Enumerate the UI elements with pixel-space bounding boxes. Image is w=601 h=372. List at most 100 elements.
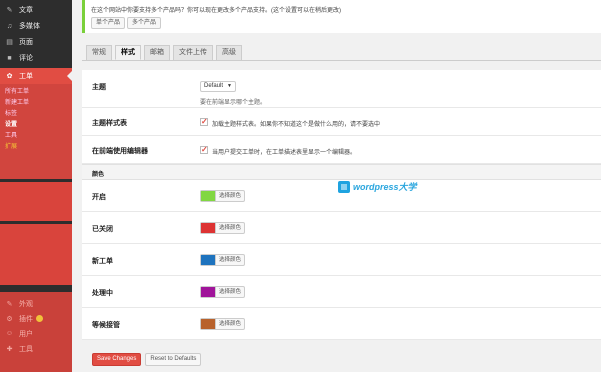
submenu-extensions[interactable]: 扩展 (0, 142, 72, 153)
appearance-icon: ✎ (6, 300, 13, 308)
menu-label: 工单 (19, 73, 33, 80)
blurred-menu-group (0, 224, 72, 285)
menu-label: 文章 (19, 7, 33, 14)
notice-text: 在这个网站中你要支持多个产品吗？你可以现在更改多个产品支持。(这个设置可以在稍后… (91, 8, 341, 14)
blurred-item (0, 249, 72, 260)
tab-style[interactable]: 样式 (115, 45, 141, 60)
select-color-label: 选择颜色 (215, 255, 244, 265)
submenu-tools[interactable]: 工具 (0, 131, 72, 142)
menu-item-users[interactable]: ☺ 用户 (0, 326, 72, 341)
style-settings-form: 主题 Default▼ 要在前端显示哪个主题。 主题样式表 加载主题样式表。如果… (82, 70, 601, 340)
blurred-item (0, 260, 72, 271)
color-label: 新工单 (92, 258, 113, 265)
color-picker-processing[interactable]: 选择颜色 (200, 286, 246, 298)
single-product-button[interactable]: 单个产品 (91, 17, 126, 29)
color-row-processing: 处理中 选择颜色 (82, 276, 601, 308)
blurred-item (0, 227, 72, 238)
submenu-settings[interactable]: 设置 (0, 120, 72, 131)
watermark-text: wordpress大学 (353, 182, 417, 192)
comment-icon: ■ (7, 54, 12, 62)
color-label: 等候接管 (92, 322, 120, 329)
chevron-down-icon: ▼ (227, 83, 232, 89)
reset-defaults-button[interactable]: Reset to Defaults (145, 353, 202, 366)
submenu-placeholder (0, 164, 72, 175)
menu-label: 外观 (19, 300, 33, 308)
submenu-tags[interactable]: 标签 (0, 109, 72, 120)
form-actions: Save Changes Reset to Defaults (92, 353, 202, 366)
tab-advanced[interactable]: 高级 (216, 45, 242, 60)
color-label: 开启 (92, 194, 106, 201)
theme-description: 要在前端显示哪个主题。 (200, 100, 267, 106)
theme-select[interactable]: Default ▼ (200, 81, 236, 92)
submenu-new-ticket[interactable]: 新建工单 (0, 98, 72, 109)
color-picker-new[interactable]: 选择颜色 (200, 254, 246, 266)
blurred-item (0, 185, 72, 196)
color-swatch (201, 191, 215, 201)
blurred-item (0, 271, 72, 282)
watermark: wordpress大学 (338, 180, 417, 193)
color-swatch (201, 255, 215, 265)
submenu-all-tickets[interactable]: 所有工单 (0, 87, 72, 98)
multi-product-button[interactable]: 多个产品 (127, 17, 162, 29)
select-color-label: 选择颜色 (215, 191, 244, 201)
color-row-waiting: 等候接管 选择颜色 (82, 308, 601, 340)
color-swatch (201, 319, 215, 329)
main-content: 在这个网站中你要支持多个产品吗？你可以现在更改多个产品支持。(这个设置可以在稍后… (72, 0, 601, 372)
menu-item-pages[interactable]: ▤ 页面 (0, 34, 72, 50)
color-swatch (201, 223, 215, 233)
editor-label: 在前端使用编辑器 (92, 148, 148, 155)
users-icon: ☺ (5, 330, 14, 337)
menu-item-posts[interactable]: ✎ 文章 (0, 2, 72, 18)
menu-item-plugins[interactable]: ⚙ 插件 (0, 311, 72, 326)
media-icon: ♫ (6, 22, 13, 30)
color-label: 已关闭 (92, 226, 113, 233)
select-color-label: 选择颜色 (215, 319, 244, 329)
colors-section-header: 颜色 (82, 164, 601, 180)
color-picker-open[interactable]: 选择颜色 (200, 190, 246, 202)
color-row-new: 新工单 选择颜色 (82, 244, 601, 276)
color-picker-closed[interactable]: 选择颜色 (200, 222, 246, 234)
select-color-label: 选择颜色 (215, 287, 244, 297)
theme-style-label: 主题样式表 (92, 120, 127, 127)
color-picker-waiting[interactable]: 选择颜色 (200, 318, 246, 330)
tabs-divider (82, 60, 601, 61)
select-color-label: 选择颜色 (215, 223, 244, 233)
page-icon: ▤ (6, 39, 13, 46)
color-swatch (201, 287, 215, 297)
menu-item-comments[interactable]: ■ 评论 (0, 50, 72, 66)
blurred-item (0, 207, 72, 218)
tab-general[interactable]: 常规 (86, 45, 112, 60)
menu-item-tools[interactable]: ✚ 工具 (0, 341, 72, 356)
ticket-icon: ✿ (6, 73, 13, 80)
menu-label: 用户 (19, 330, 33, 338)
theme-row: 主题 Default ▼ 要在前端显示哪个主题。 (82, 70, 601, 108)
theme-style-row: 主题样式表 加载主题样式表。如果你不知道这个是做什么用的，请不要选中 (82, 108, 601, 136)
blurred-item (0, 238, 72, 249)
menu-item-tickets[interactable]: ✿ 工单 (0, 68, 72, 84)
theme-style-checkbox[interactable] (200, 117, 208, 126)
menu-label: 插件 (19, 315, 33, 323)
sidebar-bottom-menu: ✎ 外观 ⚙ 插件 ☺ 用户 ✚ 工具 (0, 292, 72, 372)
editor-text: 当用户提交工单时，在工单描述表里显示一个编辑器。 (212, 150, 357, 156)
save-changes-button[interactable]: Save Changes (92, 353, 142, 366)
tools-icon: ✚ (6, 345, 13, 353)
menu-item-media[interactable]: ♫ 多媒体 (0, 18, 72, 34)
tickets-submenu: 所有工单 新建工单 标签 设置 工具 扩展 (0, 84, 72, 179)
menu-label: 评论 (19, 55, 33, 62)
theme-label: 主题 (92, 84, 106, 91)
setup-notice: 在这个网站中你要支持多个产品吗？你可以现在更改多个产品支持。(这个设置可以在稍后… (82, 0, 601, 33)
menu-label: 多媒体 (19, 23, 40, 30)
plugins-icon: ⚙ (6, 315, 13, 323)
submenu-placeholder (0, 153, 72, 164)
color-label: 处理中 (92, 290, 113, 297)
admin-sidebar: ✎ 文章 ♫ 多媒体 ▤ 页面 ■ 评论 ✿ 工单 所有工单 新建工单 标签 设置 工具 … (0, 0, 72, 372)
settings-tabs: 常规 样式 邮箱 文件上传 高级 (86, 45, 245, 60)
wordpress-daxue-logo-icon (338, 180, 350, 193)
editor-checkbox[interactable] (200, 145, 208, 154)
tab-email[interactable]: 邮箱 (144, 45, 170, 60)
blurred-menu-group (0, 182, 72, 221)
pin-icon: ✎ (6, 7, 13, 14)
colors-section-title: 颜色 (92, 172, 105, 178)
tab-file-upload[interactable]: 文件上传 (173, 45, 213, 60)
menu-item-appearance[interactable]: ✎ 外观 (0, 296, 72, 311)
